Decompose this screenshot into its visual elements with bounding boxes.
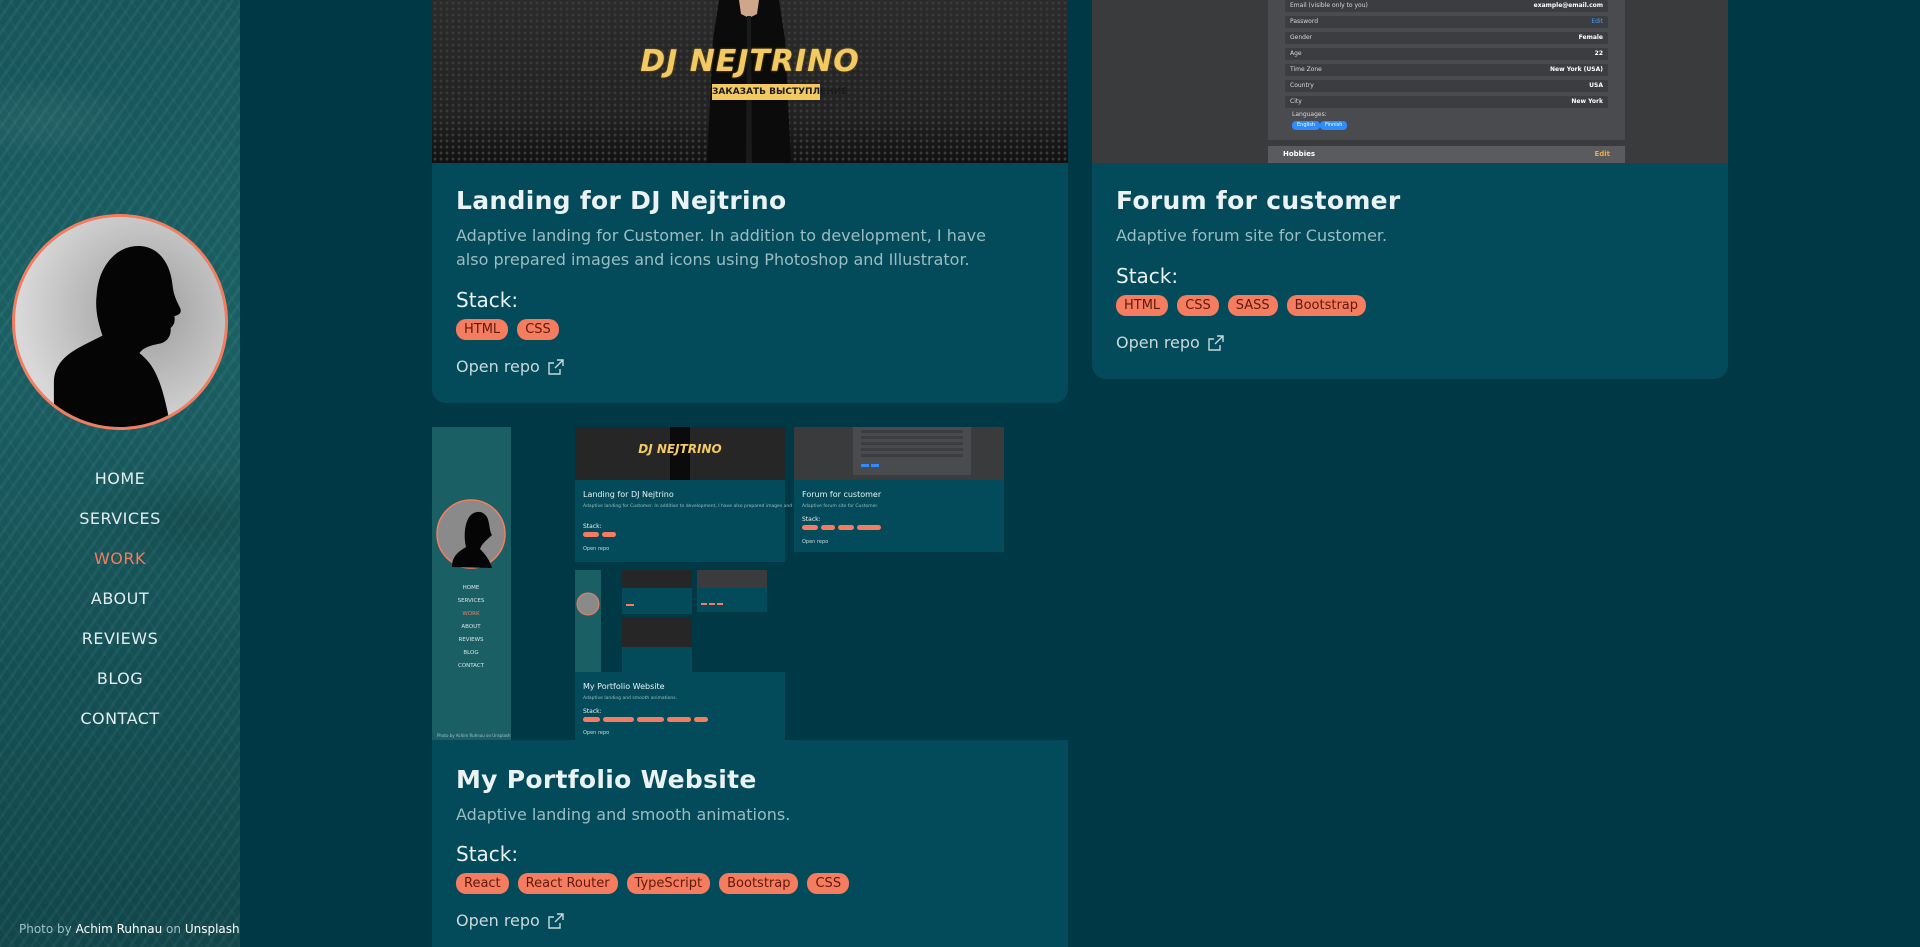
- tag-sass: SASS: [1227, 295, 1278, 316]
- card-description: Adaptive forum site for Customer.: [1116, 226, 1388, 245]
- tag-css: CSS: [1177, 295, 1219, 316]
- forum-row: Email (visible only to you) example@email…: [1285, 0, 1608, 12]
- forum-languages-label: Languages:: [1292, 111, 1327, 118]
- sidebar: HOME SERVICES WORK ABOUT REVIEWS BLOG CO…: [0, 0, 240, 947]
- stack-tags: HTML CSS: [456, 319, 559, 340]
- svg-text:Stack:: Stack:: [583, 708, 602, 715]
- tag-bootstrap: Bootstrap: [1286, 295, 1367, 316]
- nav-services[interactable]: SERVICES: [0, 502, 240, 542]
- forum-preview-image: Email (visible only to you) example@email…: [1092, 0, 1728, 163]
- svg-text:Forum for customer: Forum for customer: [802, 490, 882, 499]
- nav-contact[interactable]: CONTACT: [0, 702, 240, 742]
- open-repo-label: Open repo: [456, 911, 540, 930]
- project-card-forum: Email (visible only to you) example@email…: [1092, 0, 1728, 379]
- forum-row: Password Edit: [1285, 16, 1608, 28]
- stack-tags: React React Router TypeScript Bootstrap …: [456, 873, 850, 894]
- portfolio-screenshot: HOME SERVICES WORK ABOUT REVIEWS BLOG CO…: [432, 427, 1004, 740]
- external-link-icon: [548, 912, 564, 929]
- forum-lang-pill: Finnish: [1320, 121, 1348, 130]
- svg-text:Adaptive forum site for Custom: Adaptive forum site for Customer.: [802, 503, 878, 509]
- svg-text:Open repo: Open repo: [583, 730, 609, 736]
- forum-row: City New York: [1285, 96, 1608, 108]
- nav-about[interactable]: ABOUT: [0, 582, 240, 622]
- stack-tags: HTML CSS SASS Bootstrap: [1116, 295, 1367, 316]
- tag-react: React: [456, 873, 509, 894]
- portfolio-preview-image: HOME SERVICES WORK ABOUT REVIEWS BLOG CO…: [432, 427, 1068, 740]
- svg-text:Stack:: Stack:: [583, 523, 602, 530]
- svg-text:SERVICES: SERVICES: [458, 598, 485, 604]
- dj-logo: DJ NEJTRINO: [640, 44, 860, 79]
- avatar: [12, 214, 228, 430]
- svg-text:Adaptive landing and smooth an: Adaptive landing and smooth animations.: [583, 695, 677, 701]
- open-repo-link[interactable]: Open repo: [456, 357, 564, 376]
- tag-react-router: React Router: [517, 873, 618, 894]
- open-repo-label: Open repo: [456, 357, 540, 376]
- credit-on: on: [166, 922, 181, 936]
- project-card-dj: DJ NEJTRINO ЗАКАЗАТЬ ВЫСТУПЛЕНИЕ Landing…: [432, 0, 1068, 403]
- open-repo-label: Open repo: [1116, 333, 1200, 352]
- tag-bootstrap: Bootstrap: [719, 873, 799, 894]
- tag-html: HTML: [456, 319, 509, 340]
- dj-person-image: [707, 0, 791, 163]
- dj-order-button: ЗАКАЗАТЬ ВЫСТУПЛЕНИЕ: [712, 84, 847, 100]
- dj-preview-image: DJ NEJTRINO ЗАКАЗАТЬ ВЫСТУПЛЕНИЕ: [432, 0, 1068, 163]
- project-card-portfolio: HOME SERVICES WORK ABOUT REVIEWS BLOG CO…: [432, 427, 1068, 947]
- svg-text:Stack:: Stack:: [802, 516, 821, 523]
- card-title: My Portfolio Website: [456, 765, 757, 794]
- forum-row: Country USA: [1285, 80, 1608, 92]
- forum-row: Age 22: [1285, 48, 1608, 60]
- photo-credit: Photo by Achim Ruhnau on Unsplash: [19, 922, 240, 936]
- tag-html: HTML: [1116, 295, 1169, 316]
- forum-profile-panel: Email (visible only to you) example@email…: [1268, 0, 1625, 140]
- external-link-icon: [548, 358, 564, 375]
- svg-text:BLOG: BLOG: [463, 650, 478, 656]
- svg-text:Photo by Achim Ruhnau on Unspl: Photo by Achim Ruhnau on Unsplash: [437, 733, 511, 738]
- svg-text:Open repo: Open repo: [802, 539, 828, 545]
- external-link-icon: [1208, 334, 1224, 351]
- credit-prefix: Photo by: [19, 922, 72, 936]
- card-description: Adaptive landing for Customer. In additi…: [456, 226, 986, 269]
- svg-text:Open repo: Open repo: [583, 546, 609, 552]
- forum-row: Time Zone New York (USA): [1285, 64, 1608, 76]
- tag-css: CSS: [517, 319, 559, 340]
- main-nav: HOME SERVICES WORK ABOUT REVIEWS BLOG CO…: [0, 462, 240, 742]
- forum-lang-pill: English: [1292, 121, 1321, 130]
- credit-source-link[interactable]: Unsplash: [185, 922, 240, 936]
- svg-text:HOME: HOME: [463, 585, 480, 591]
- svg-text:My Portfolio Website: My Portfolio Website: [583, 682, 665, 691]
- stack-label: Stack:: [1116, 264, 1179, 288]
- forum-hobbies-bar: Hobbies Edit: [1268, 146, 1625, 163]
- stack-label: Stack:: [456, 288, 519, 312]
- svg-text:ABOUT: ABOUT: [461, 624, 481, 630]
- svg-text:WORK: WORK: [462, 611, 480, 617]
- card-title: Forum for customer: [1116, 186, 1401, 215]
- open-repo-link[interactable]: Open repo: [456, 911, 564, 930]
- forum-row: Gender Female: [1285, 32, 1608, 44]
- tag-typescript: TypeScript: [626, 873, 711, 894]
- credit-author-link[interactable]: Achim Ruhnau: [76, 922, 163, 936]
- svg-text:Landing for DJ Nejtrino: Landing for DJ Nejtrino: [583, 490, 674, 499]
- nav-reviews[interactable]: REVIEWS: [0, 622, 240, 662]
- svg-text:CONTACT: CONTACT: [458, 663, 485, 669]
- card-title: Landing for DJ Nejtrino: [456, 186, 787, 215]
- card-description: Adaptive landing and smooth animations.: [456, 805, 791, 824]
- svg-text:REVIEWS: REVIEWS: [458, 637, 484, 643]
- tag-css: CSS: [807, 873, 850, 894]
- nav-work[interactable]: WORK: [0, 542, 240, 582]
- stack-label: Stack:: [456, 842, 519, 866]
- open-repo-link[interactable]: Open repo: [1116, 333, 1224, 352]
- nav-blog[interactable]: BLOG: [0, 662, 240, 702]
- profile-silhouette-image: [15, 217, 225, 427]
- svg-text:DJ NEJTRINO: DJ NEJTRINO: [638, 442, 721, 456]
- nav-home[interactable]: HOME: [0, 462, 240, 502]
